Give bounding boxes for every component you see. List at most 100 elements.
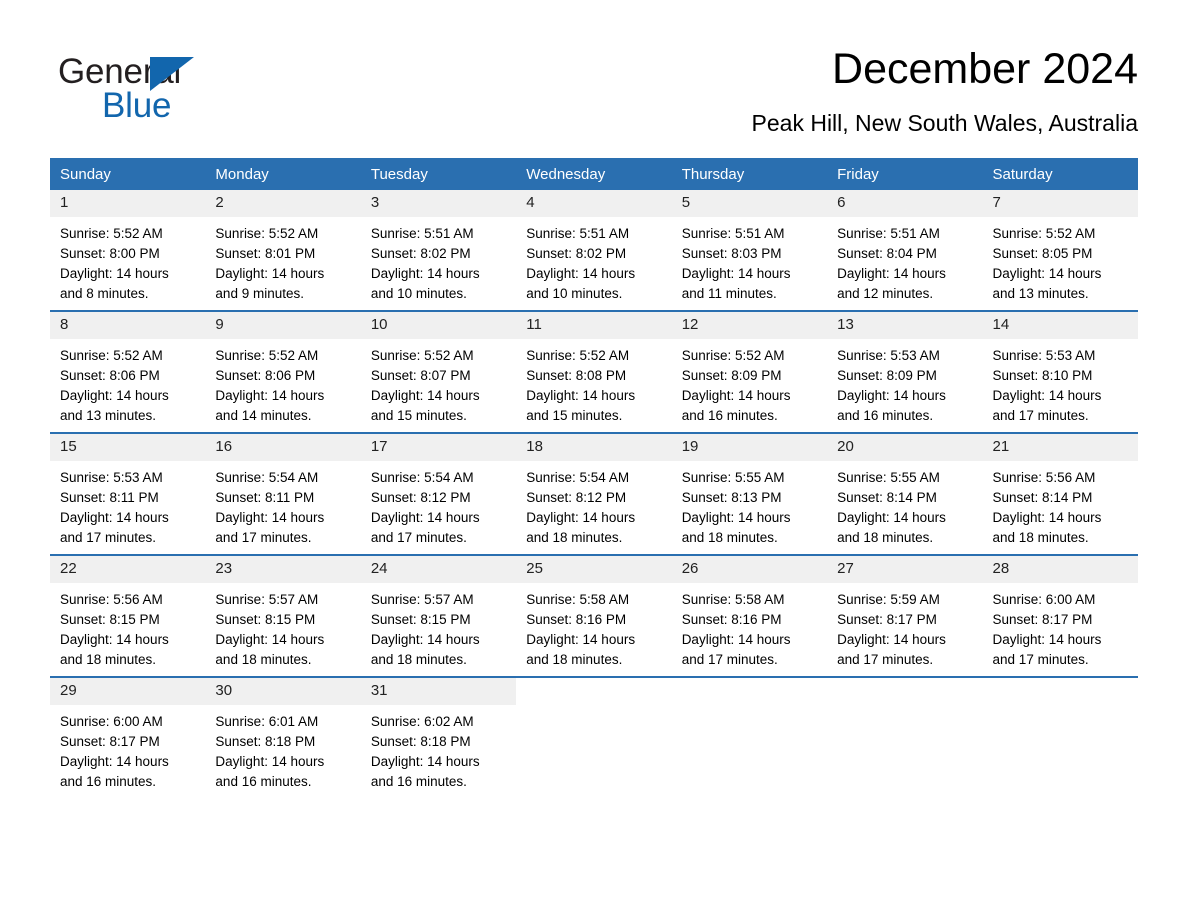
daylight-text-line1: Daylight: 14 hours [370, 510, 480, 525]
calendar-day-cell[interactable]: 14 Sunrise: 5:53 AM Sunset: 8:10 PM Dayligh… [982, 310, 1138, 433]
calendar-day-cell[interactable]: 26 Sunrise: 5:58 AM Sunset: 8:16 PM Dayligh… [671, 554, 828, 677]
calendar-day-cell[interactable]: 16 Sunrise: 5:54 AM Sunset: 8:11 PM Dayligh… [205, 432, 361, 555]
daylight-text-line1: Daylight: 14 hours [681, 632, 791, 647]
sunset-text: Sunset: 8:06 PM [60, 368, 160, 383]
daylight-text-line2: and 16 minutes. [215, 774, 312, 789]
sunset-text: Sunset: 8:18 PM [215, 734, 316, 749]
calendar-day-cell[interactable]: 4 Sunrise: 5:51 AM Sunset: 8:02 PM Daylight… [516, 190, 672, 311]
calendar-day-cell[interactable]: 28 Sunrise: 6:00 AM Sunset: 8:17 PM Dayligh… [982, 554, 1138, 677]
sunset-text: Sunset: 8:15 PM [60, 612, 160, 627]
daylight-text-line2: and 12 minutes. [837, 286, 934, 301]
daylight-text-line1: Daylight: 14 hours [992, 510, 1102, 525]
sunrise-text: Sunrise: 5:51 AM [526, 226, 630, 241]
day-number: 12 [681, 316, 699, 333]
sunrise-text: Sunrise: 5:51 AM [837, 226, 940, 241]
sunset-text: Sunset: 8:16 PM [681, 612, 782, 627]
sunrise-text: Sunrise: 5:57 AM [370, 592, 474, 607]
calendar-day-cell[interactable]: 17 Sunrise: 5:54 AM Sunset: 8:12 PM Dayligh… [360, 432, 517, 555]
sunset-text: Sunset: 8:14 PM [992, 490, 1093, 505]
calendar-day-cell[interactable]: 21 Sunrise: 5:56 AM Sunset: 8:14 PM Dayligh… [982, 432, 1138, 555]
day-number: 29 [60, 682, 77, 699]
sunset-text: Sunset: 8:08 PM [526, 368, 627, 383]
calendar-day-cell[interactable]: 27 Sunrise: 5:59 AM Sunset: 8:17 PM Dayligh… [827, 554, 983, 677]
calendar-day-cell[interactable]: 3 Sunrise: 5:51 AM Sunset: 8:02 PM Daylight… [360, 190, 517, 311]
daylight-text-line2: and 18 minutes. [992, 530, 1089, 545]
daylight-text-line2: and 17 minutes. [681, 652, 778, 667]
sunrise-text: Sunrise: 5:52 AM [215, 348, 319, 363]
weekday-header-thursday: Thursday [671, 158, 828, 190]
daylight-text-line1: Daylight: 14 hours [370, 632, 480, 647]
daylight-text-line2: and 18 minutes. [60, 652, 157, 667]
calendar-day-cell[interactable]: 10 Sunrise: 5:52 AM Sunset: 8:07 PM Dayligh… [360, 310, 517, 433]
calendar-week-row: 1 Sunrise: 5:52 AM Sunset: 8:00 PM Daylight… [50, 190, 1138, 311]
daylight-text-line2: and 16 minutes. [681, 408, 778, 423]
calendar-day-cell[interactable]: 15 Sunrise: 5:53 AM Sunset: 8:11 PM Dayligh… [50, 432, 206, 555]
calendar-day-cell[interactable]: 9 Sunrise: 5:52 AM Sunset: 8:06 PM Daylight… [205, 310, 361, 433]
daylight-text-line2: and 18 minutes. [681, 530, 778, 545]
day-number: 10 [370, 316, 388, 333]
sunrise-text: Sunrise: 5:58 AM [526, 592, 630, 607]
day-number: 13 [837, 316, 854, 333]
daylight-text-line1: Daylight: 14 hours [60, 754, 169, 769]
day-number: 23 [215, 560, 233, 577]
generalblue-logo[interactable]: General Blue [58, 52, 288, 130]
sunset-text: Sunset: 8:12 PM [370, 490, 471, 505]
day-number: 11 [526, 316, 542, 333]
sunrise-text: Sunrise: 5:52 AM [370, 348, 474, 363]
daylight-text-line2: and 15 minutes. [370, 408, 467, 423]
day-number: 19 [681, 438, 699, 455]
daylight-text-line1: Daylight: 14 hours [837, 632, 946, 647]
calendar-day-cell[interactable]: 11 Sunrise: 5:52 AM Sunset: 8:08 PM Dayligh… [516, 310, 672, 433]
sunset-text: Sunset: 8:06 PM [215, 368, 316, 383]
sunset-text: Sunset: 8:17 PM [60, 734, 160, 749]
calendar-day-cell[interactable]: 12 Sunrise: 5:52 AM Sunset: 8:09 PM Dayligh… [671, 310, 828, 433]
logo-text-blue: Blue [102, 86, 172, 125]
daylight-text-line2: and 18 minutes. [370, 652, 467, 667]
day-number: 5 [681, 194, 691, 211]
daylight-text-line2: and 17 minutes. [837, 652, 934, 667]
calendar-day-cell[interactable]: 8 Sunrise: 5:52 AM Sunset: 8:06 PM Daylight… [50, 310, 206, 433]
calendar-day-cell[interactable]: 25 Sunrise: 5:58 AM Sunset: 8:16 PM Dayligh… [516, 554, 672, 677]
daylight-text-line2: and 14 minutes. [215, 408, 312, 423]
day-number: 4 [526, 194, 535, 211]
calendar-day-cell[interactable]: 5 Sunrise: 5:51 AM Sunset: 8:03 PM Daylight… [671, 190, 828, 311]
calendar-day-cell[interactable]: 20 Sunrise: 5:55 AM Sunset: 8:14 PM Dayligh… [827, 432, 983, 555]
daylight-text-line2: and 18 minutes. [526, 530, 623, 545]
calendar-day-cell[interactable]: 19 Sunrise: 5:55 AM Sunset: 8:13 PM Dayligh… [671, 432, 828, 555]
sunset-text: Sunset: 8:15 PM [215, 612, 316, 627]
daylight-text-line1: Daylight: 14 hours [526, 632, 636, 647]
calendar-day-cell[interactable]: 13 Sunrise: 5:53 AM Sunset: 8:09 PM Dayligh… [827, 310, 983, 433]
calendar-day-cell[interactable]: 18 Sunrise: 5:54 AM Sunset: 8:12 PM Dayligh… [516, 432, 672, 555]
sunrise-text: Sunrise: 5:58 AM [681, 592, 785, 607]
calendar-week-row: 22 Sunrise: 5:56 AM Sunset: 8:15 PM Dayligh… [50, 554, 1138, 677]
daylight-text-line1: Daylight: 14 hours [526, 510, 636, 525]
daylight-text-line1: Daylight: 14 hours [60, 510, 169, 525]
calendar-day-cell[interactable]: 1 Sunrise: 5:52 AM Sunset: 8:00 PM Daylight… [50, 190, 206, 311]
daylight-text-line1: Daylight: 14 hours [681, 510, 791, 525]
day-number: 16 [215, 438, 233, 455]
daylight-text-line2: and 17 minutes. [370, 530, 467, 545]
calendar-day-cell[interactable]: 30 Sunrise: 6:01 AM Sunset: 8:18 PM Dayligh… [205, 676, 361, 798]
calendar-day-cell[interactable]: 6 Sunrise: 5:51 AM Sunset: 8:04 PM Daylight… [827, 190, 983, 311]
daylight-text-line1: Daylight: 14 hours [60, 632, 169, 647]
calendar-day-cell[interactable]: 22 Sunrise: 5:56 AM Sunset: 8:15 PM Dayligh… [50, 554, 206, 677]
day-number: 14 [992, 316, 1010, 333]
calendar-day-cell[interactable]: 7 Sunrise: 5:52 AM Sunset: 8:05 PM Daylight… [982, 190, 1138, 311]
sunset-text: Sunset: 8:15 PM [370, 612, 471, 627]
calendar-week-row: 8 Sunrise: 5:52 AM Sunset: 8:06 PM Daylight… [50, 310, 1138, 433]
calendar-day-cell[interactable]: 31 Sunrise: 6:02 AM Sunset: 8:18 PM Dayligh… [360, 676, 517, 798]
title-block: December 2024 Peak Hill, New South Wales… [752, 44, 1138, 138]
calendar-day-cell[interactable]: 24 Sunrise: 5:57 AM Sunset: 8:15 PM Dayligh… [360, 554, 517, 677]
sunrise-text: Sunrise: 6:00 AM [992, 592, 1096, 607]
sunrise-text: Sunrise: 5:54 AM [370, 470, 474, 485]
daylight-text-line2: and 16 minutes. [370, 774, 467, 789]
sunset-text: Sunset: 8:07 PM [370, 368, 471, 383]
day-number: 24 [370, 560, 388, 577]
calendar-day-cell[interactable]: 2 Sunrise: 5:52 AM Sunset: 8:01 PM Daylight… [205, 190, 361, 311]
daylight-text-line1: Daylight: 14 hours [215, 388, 325, 403]
sunset-text: Sunset: 8:12 PM [526, 490, 627, 505]
calendar-day-cell[interactable]: 29 Sunrise: 6:00 AM Sunset: 8:17 PM Dayligh… [50, 676, 206, 798]
sunset-text: Sunset: 8:17 PM [992, 612, 1093, 627]
calendar-day-cell[interactable]: 23 Sunrise: 5:57 AM Sunset: 8:15 PM Dayligh… [205, 554, 361, 677]
sunset-text: Sunset: 8:10 PM [992, 368, 1093, 383]
